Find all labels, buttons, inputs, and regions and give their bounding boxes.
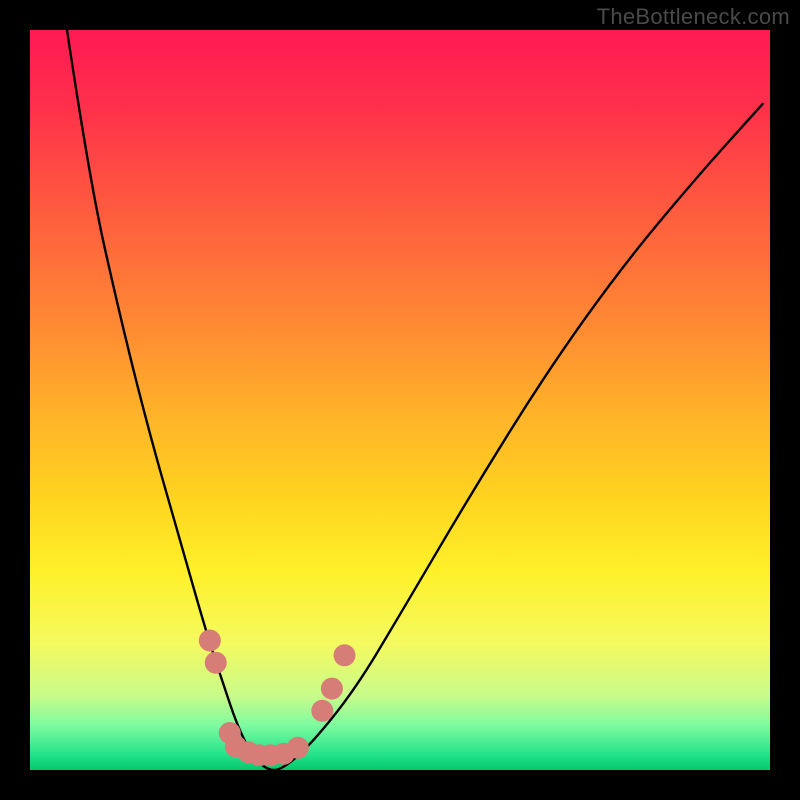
highlight-dot — [311, 700, 333, 722]
bottleneck-curve — [67, 30, 763, 770]
highlight-dots-group — [199, 630, 356, 767]
highlight-dot — [199, 630, 221, 652]
highlight-dot — [334, 644, 356, 666]
plot-area — [30, 30, 770, 770]
highlight-dot — [205, 652, 227, 674]
highlight-dot — [321, 678, 343, 700]
watermark-text: TheBottleneck.com — [597, 4, 790, 30]
highlight-dot — [287, 737, 309, 759]
chart-frame: TheBottleneck.com — [0, 0, 800, 800]
chart-overlay — [30, 30, 770, 770]
